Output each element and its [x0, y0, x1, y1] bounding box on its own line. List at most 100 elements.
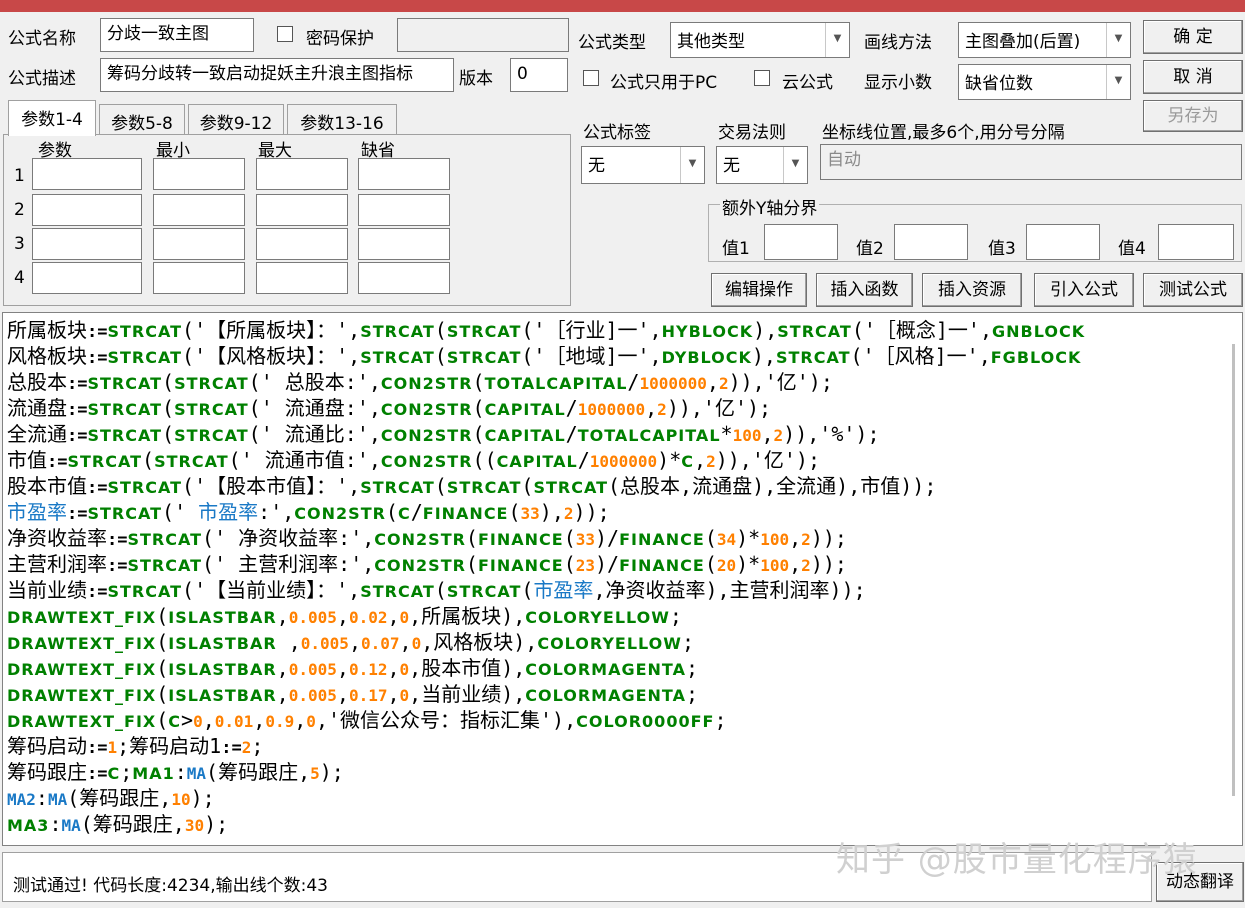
- code-line[interactable]: 股本市值:=STRCAT('【股本市值】：',STRCAT(STRCAT(STR…: [7, 473, 1237, 499]
- code-line[interactable]: DRAWTEXT_FIX(ISLASTBAR,0.005,0.02,0,所属板块…: [7, 603, 1237, 629]
- code-token: (筹码跟庄,: [206, 760, 311, 784]
- code-line[interactable]: DRAWTEXT_FIX(C>0,0.01,0.9,0,'微信公众号：指标汇集'…: [7, 707, 1237, 733]
- code-token: STRCAT: [446, 582, 522, 601]
- code-line[interactable]: MA2:MA(筹码跟庄,10);: [7, 785, 1237, 811]
- import-formula-button[interactable]: 引入公式: [1034, 273, 1134, 307]
- code-line[interactable]: 主营利润率:=STRCAT(' 主营利润率:',CON2STR(FINANCE(…: [7, 551, 1237, 577]
- param-3-default-input[interactable]: [358, 228, 450, 260]
- formula-tag-select[interactable]: 无 ▼: [581, 146, 705, 184]
- code-token: 流通盘: [7, 396, 67, 420]
- code-token: (: [434, 474, 447, 498]
- code-token: STRCAT: [446, 322, 522, 341]
- code-token: )/: [595, 552, 620, 576]
- editor-scrollbar[interactable]: [1232, 344, 1235, 796]
- code-line[interactable]: DRAWTEXT_FIX(ISLASTBAR,0.005,0.17,0,当前业绩…: [7, 681, 1237, 707]
- param-1-max-input[interactable]: [256, 158, 348, 190]
- param-4-max-input[interactable]: [256, 262, 348, 294]
- formula-name-input[interactable]: 分歧一致主图: [100, 18, 254, 52]
- y-value-1-input[interactable]: [764, 224, 838, 260]
- y-value-3-input[interactable]: [1026, 224, 1100, 260]
- code-line[interactable]: 当前业绩:=STRCAT('【当前业绩】：',STRCAT(STRCAT(市盈率…: [7, 577, 1237, 603]
- ok-button[interactable]: 确 定: [1143, 20, 1243, 54]
- insert-resource-button[interactable]: 插入资源: [922, 273, 1022, 307]
- insert-function-button[interactable]: 插入函数: [816, 273, 913, 307]
- coord-line-input[interactable]: 自动: [820, 144, 1242, 180]
- y-value-2-input[interactable]: [894, 224, 968, 260]
- code-token: (: [472, 396, 485, 420]
- code-line[interactable]: DRAWTEXT_FIX(ISLASTBAR ,0.005,0.07,0,风格板…: [7, 629, 1237, 655]
- trade-rule-select[interactable]: 无 ▼: [716, 146, 808, 184]
- code-line[interactable]: 筹码启动:=1;筹码启动1:=2;: [7, 733, 1237, 759]
- edit-operation-button[interactable]: 编辑操作: [711, 273, 807, 307]
- code-editor[interactable]: 所属板块:=STRCAT('【所属板块】：',STRCAT(STRCAT('［行…: [2, 312, 1243, 846]
- param-2-max-input[interactable]: [256, 194, 348, 226]
- param-4-name-input[interactable]: [32, 262, 142, 294]
- cancel-button[interactable]: 取 消: [1143, 60, 1243, 94]
- y-value-2-label: 值2: [856, 239, 884, 259]
- code-token: CON2STR: [380, 374, 473, 393]
- cloud-checkbox[interactable]: [754, 70, 770, 86]
- code-token: MA: [61, 816, 81, 835]
- code-token: CON2STR: [374, 530, 466, 549]
- formula-desc-input[interactable]: 筹码分歧转一致启动捉妖主升浪主图指标: [100, 58, 454, 92]
- code-token: HYBLOCK: [661, 322, 754, 341]
- formula-type-select[interactable]: 其他类型 ▼: [670, 22, 850, 58]
- pc-only-checkbox[interactable]: [583, 70, 599, 86]
- code-token: 市盈率: [533, 578, 594, 602]
- code-line[interactable]: 市值:=STRCAT(STRCAT(' 流通市值:',CON2STR((CAPI…: [7, 447, 1237, 473]
- code-token: 0.07: [360, 634, 400, 653]
- param-row-number: 2: [14, 200, 25, 220]
- code-line[interactable]: 所属板块:=STRCAT('【所属板块】：',STRCAT(STRCAT('［行…: [7, 317, 1237, 343]
- param-1-default-input[interactable]: [358, 158, 450, 190]
- chevron-down-icon[interactable]: ▼: [783, 147, 807, 183]
- code-text[interactable]: 所属板块:=STRCAT('【所属板块】：',STRCAT(STRCAT('［行…: [7, 317, 1237, 837]
- tab-params-5-8[interactable]: 参数5-8: [99, 104, 185, 134]
- chevron-down-icon[interactable]: ▼: [1106, 65, 1130, 99]
- code-token: 1000000: [639, 374, 707, 393]
- code-line[interactable]: 风格板块:=STRCAT('【风格板块】：',STRCAT(STRCAT('［地…: [7, 343, 1237, 369]
- code-token: :=: [87, 322, 108, 342]
- param-1-min-input[interactable]: [153, 158, 245, 190]
- param-2-name-input[interactable]: [32, 194, 142, 226]
- draw-method-select[interactable]: 主图叠加(后置) ▼: [958, 22, 1131, 58]
- version-input[interactable]: 0: [510, 58, 568, 92]
- chevron-down-icon[interactable]: ▼: [825, 23, 849, 57]
- y-value-4-input[interactable]: [1158, 224, 1234, 260]
- tab-params-13-16[interactable]: 参数13-16: [287, 104, 397, 134]
- chevron-down-icon[interactable]: ▼: [680, 147, 704, 183]
- code-token: DRAWTEXT_FIX: [7, 634, 157, 653]
- code-line[interactable]: DRAWTEXT_FIX(ISLASTBAR,0.005,0.12,0,股本市值…: [7, 655, 1237, 681]
- password-checkbox[interactable]: [277, 26, 293, 42]
- tab-params-9-12[interactable]: 参数9-12: [188, 104, 284, 134]
- code-line[interactable]: 净资收益率:=STRCAT(' 净资收益率:',CON2STR(FINANCE(…: [7, 525, 1237, 551]
- code-token: STRCAT: [360, 478, 435, 497]
- code-line[interactable]: 全流通:=STRCAT(STRCAT(' 流通比:',CON2STR(CAPIT…: [7, 421, 1237, 447]
- code-token: ,: [276, 656, 289, 680]
- code-line[interactable]: 市盈率:=STRCAT(' 市盈率:',CON2STR(C/FINANCE(33…: [7, 499, 1237, 525]
- code-token: FINANCE: [477, 556, 564, 575]
- param-2-min-input[interactable]: [153, 194, 245, 226]
- code-line[interactable]: 流通盘:=STRCAT(STRCAT(' 流通盘:',CON2STR(CAPIT…: [7, 395, 1237, 421]
- param-row-number: 1: [14, 166, 25, 186]
- param-3-min-input[interactable]: [153, 228, 245, 260]
- test-formula-button[interactable]: 测试公式: [1143, 273, 1243, 307]
- code-token: STRCAT: [533, 478, 608, 497]
- tab-params-1-4[interactable]: 参数1-4: [8, 100, 96, 136]
- code-token: /: [565, 422, 578, 446]
- code-token: 100: [760, 556, 790, 575]
- code-token: (: [472, 422, 485, 446]
- param-4-min-input[interactable]: [153, 262, 245, 294]
- param-3-name-input[interactable]: [32, 228, 142, 260]
- param-1-name-input[interactable]: [32, 158, 142, 190]
- code-token: STRCAT: [87, 426, 163, 445]
- chevron-down-icon[interactable]: ▼: [1106, 23, 1130, 57]
- param-4-default-input[interactable]: [358, 262, 450, 294]
- code-token: 0.005: [288, 608, 337, 627]
- param-3-max-input[interactable]: [256, 228, 348, 260]
- code-line[interactable]: 总股本:=STRCAT(STRCAT(' 总股本:',CON2STR(TOTAL…: [7, 369, 1237, 395]
- decimals-select[interactable]: 缺省位数 ▼: [958, 64, 1131, 100]
- code-token: 0.02: [348, 608, 388, 627]
- save-as-button[interactable]: 另存为: [1143, 100, 1243, 132]
- code-line[interactable]: 筹码跟庄:=C;MA1:MA(筹码跟庄,5);: [7, 759, 1237, 785]
- param-2-default-input[interactable]: [358, 194, 450, 226]
